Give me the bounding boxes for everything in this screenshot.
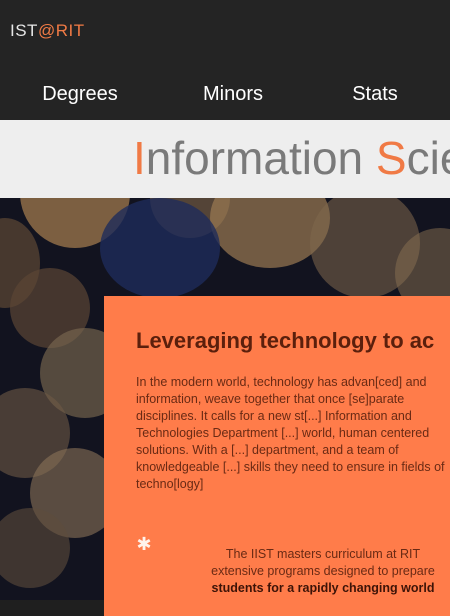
page-title-band: Information Science xyxy=(0,120,450,198)
page-title: Information Science xyxy=(133,130,450,186)
title-cap-i: I xyxy=(133,132,146,184)
site-logo[interactable]: IST@RIT xyxy=(10,20,85,42)
nav-item-stats[interactable]: Stats xyxy=(350,82,400,106)
info-card: Leveraging technology to ac In the moder… xyxy=(104,296,450,616)
logo-text-accent: @RIT xyxy=(37,21,85,40)
main-nav: Degrees Minors Stats xyxy=(0,74,450,114)
card-heading: Leveraging technology to ac xyxy=(136,328,435,353)
star-icon: ✱ xyxy=(136,534,152,554)
card-paragraph: In the modern world, technology has adva… xyxy=(136,375,445,491)
logo-text-primary: IST xyxy=(10,21,38,40)
title-rest-1: nformation xyxy=(145,132,376,184)
bokeh-light xyxy=(0,508,70,588)
nav-item-degrees[interactable]: Degrees xyxy=(40,82,120,106)
site-header: IST@RIT Degrees Minors Stats xyxy=(0,0,450,120)
title-cap-s: S xyxy=(375,132,407,184)
card-note-line-1: The IIST masters curriculum at RIT xyxy=(225,547,421,561)
card-note: The IIST masters curriculum at RIT exten… xyxy=(188,546,450,597)
card-body: In the modern world, technology has adva… xyxy=(136,374,450,493)
nav-item-minors[interactable]: Minors xyxy=(198,82,268,106)
title-rest-2: cience xyxy=(406,132,450,184)
card-note-line-2: extensive programs designed to prepare xyxy=(211,564,435,578)
bokeh-light xyxy=(100,198,220,298)
card-note-line-3: students for a rapidly changing world xyxy=(211,581,435,595)
